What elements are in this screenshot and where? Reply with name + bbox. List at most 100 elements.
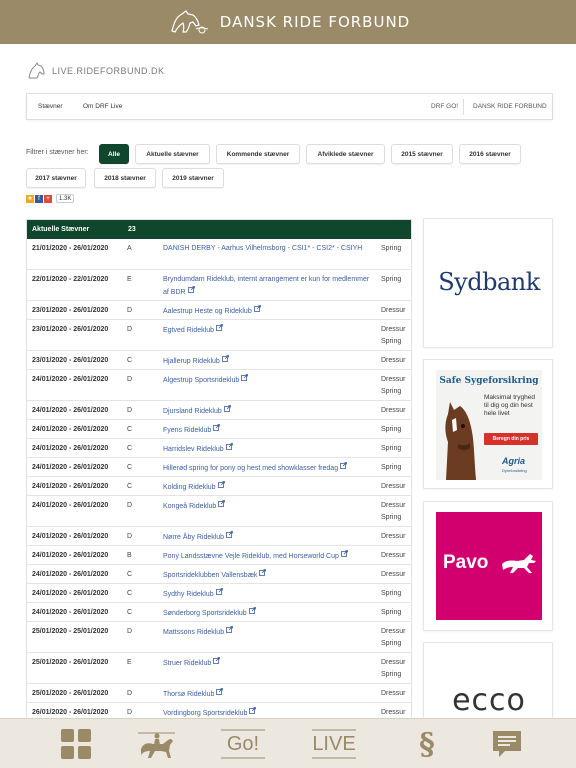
row-event-link[interactable]: Pony Landsstævne Vejle Rideklub, med Hor… — [163, 549, 373, 563]
external-link-icon[interactable] — [225, 442, 233, 450]
favorite-star-icon[interactable]: ★ — [26, 194, 34, 203]
grid-icon — [61, 729, 91, 759]
tab-dressage[interactable] — [132, 727, 182, 761]
external-link-icon[interactable] — [223, 404, 231, 412]
row-event-link[interactable]: Vordingborg Sportsrideklub — [163, 706, 373, 719]
tab-dashboard[interactable] — [51, 727, 101, 761]
external-link-icon[interactable] — [340, 549, 348, 557]
external-link-icon[interactable] — [253, 304, 261, 312]
facebook-icon[interactable]: f — [35, 194, 43, 203]
row-event-name: Sportsrideklubben Vallensbæk — [163, 571, 258, 579]
table-row[interactable]: 24/01/2020 - 26/01/2020 D Djursland Ridekl… — [27, 401, 411, 420]
row-event-link[interactable]: Kongeå Rideklub — [163, 499, 373, 513]
nav-item-dansk-ride-forbund[interactable]: DANSK RIDE FORBUND — [473, 103, 547, 110]
row-event-link[interactable]: Egtved Rideklub — [163, 323, 373, 337]
row-event-link[interactable]: Kolding Rideklub — [163, 480, 373, 494]
row-event-link[interactable]: Nørre Åby Rideklub — [163, 530, 373, 544]
table-row[interactable]: 23/01/2020 - 26/01/2020 C Hjallerup Ridekl… — [27, 351, 411, 370]
table-row[interactable]: 24/01/2020 - 26/01/2020 B Pony Landsstævne… — [27, 546, 411, 565]
row-event-name: Fyens Rideklub — [163, 426, 212, 434]
row-class: D — [127, 533, 133, 540]
filter-2016-button[interactable]: 2016 stævner — [459, 144, 521, 164]
agria-cta-button[interactable]: Beregn din pris — [484, 433, 538, 445]
filter-aktuelle-button[interactable]: Aktuelle stævner — [135, 144, 210, 164]
row-event-link[interactable]: Struer Rideklub — [163, 656, 373, 670]
table-row[interactable]: 24/01/2020 - 26/01/2020 D Nørre Åby Ridekl… — [27, 527, 411, 546]
table-row[interactable]: 25/01/2020 - 26/01/2020 E Struer Rideklub D… — [27, 653, 411, 684]
table-row[interactable]: 24/01/2020 - 26/01/2020 C Sportsrideklubbe… — [27, 565, 411, 584]
row-event-link[interactable]: Harridslev Rideklub — [163, 442, 373, 456]
row-event-link[interactable]: DANISH DERBY - Aarhus Vilhelmsborg - CSI… — [163, 243, 373, 255]
table-row[interactable]: 24/01/2020 - 26/01/2020 D Algestrup Sports… — [27, 370, 411, 401]
external-link-icon[interactable] — [221, 354, 229, 362]
row-class: D — [127, 307, 133, 314]
filter-alle-button[interactable]: Alle — [99, 144, 129, 164]
external-link-icon[interactable] — [226, 625, 233, 633]
tab-go[interactable]: Go! — [218, 727, 268, 761]
external-link-icon[interactable] — [217, 480, 225, 488]
table-row[interactable]: 24/01/2020 - 26/01/2020 C Kolding Rideklub… — [27, 477, 411, 496]
external-link-icon[interactable] — [241, 373, 249, 381]
filter-2018-button[interactable]: 2018 stævner — [94, 168, 156, 188]
row-event-link[interactable]: Hillerød spring for pony og hest med sho… — [163, 461, 373, 475]
table-row[interactable]: 21/01/2020 - 26/01/2020 A DANISH DERBY - A… — [27, 239, 411, 270]
tab-messages[interactable] — [482, 727, 532, 761]
external-link-icon[interactable] — [248, 606, 256, 614]
filter-2019-button[interactable]: 2019 stævner — [162, 168, 224, 188]
external-link-icon[interactable] — [340, 461, 347, 469]
external-link-icon[interactable] — [218, 499, 226, 507]
row-event-link[interactable]: Thorsø Rideklub — [163, 687, 373, 701]
site-logo[interactable]: LIVE.RIDEFORBUND.DK — [26, 62, 165, 80]
sydbank-ad[interactable]: Sydbank — [423, 218, 553, 348]
table-row[interactable]: 22/01/2020 - 22/01/2020 E Bryndumdam Ridek… — [27, 270, 411, 301]
table-row[interactable]: 24/01/2020 - 26/01/2020 C Fyens Rideklub Sp… — [27, 420, 411, 439]
row-event-link[interactable]: Sydthy Rideklub — [163, 587, 373, 601]
row-event-link[interactable]: Sportsrideklubben Vallensbæk — [163, 568, 373, 582]
table-row[interactable]: 24/01/2020 - 26/01/2020 D Kongeå Rideklub D… — [27, 496, 411, 527]
filter-afviklede-button[interactable]: Afviklede stævner — [306, 144, 385, 164]
filter-2017-button[interactable]: 2017 stævner — [26, 168, 86, 188]
row-event-link[interactable]: Fyens Rideklub — [163, 423, 373, 437]
filter-kommende-button[interactable]: Kommende stævner — [216, 144, 300, 164]
nav-item-staevner[interactable]: Stævner — [38, 103, 63, 110]
row-event-link[interactable]: Hjallerup Rideklub — [163, 354, 373, 368]
table-row[interactable]: 24/01/2020 - 26/01/2020 C Sønderborg Sport… — [27, 603, 411, 622]
external-link-icon[interactable] — [213, 656, 221, 664]
row-event-link[interactable]: Bryndumdam Rideklub, internt arrangement… — [163, 274, 373, 299]
external-link-icon[interactable] — [226, 530, 233, 538]
tab-rules[interactable]: § — [402, 727, 452, 762]
row-class: D — [127, 502, 133, 509]
tab-live[interactable]: LIVE — [309, 727, 359, 761]
row-discipline: Spring — [381, 275, 402, 283]
table-row[interactable]: 24/01/2020 - 26/01/2020 C Hillerød spring … — [27, 458, 411, 477]
external-link-icon[interactable] — [215, 587, 223, 595]
external-link-icon[interactable] — [216, 687, 224, 695]
nav-item-drf-go[interactable]: DRF GO! — [431, 103, 458, 110]
table-row[interactable]: 23/01/2020 - 26/01/2020 D Egtved Rideklub D… — [27, 320, 411, 351]
external-link-icon[interactable] — [249, 706, 257, 714]
header-logo[interactable]: DANSK RIDE FORBUND — [166, 9, 410, 35]
table-row[interactable]: 25/01/2020 - 25/01/2020 D Mattssons Ridekl… — [27, 622, 411, 653]
agria-ad[interactable]: Safe Sygeforsikring Maksimal tryghed til… — [423, 359, 553, 489]
row-date: 24/01/2020 - 26/01/2020 — [32, 590, 109, 597]
table-row[interactable]: 24/01/2020 - 26/01/2020 C Sydthy Rideklub S… — [27, 584, 411, 603]
row-event-link[interactable]: Sønderborg Sportsrideklub — [163, 606, 373, 620]
external-link-icon[interactable] — [187, 285, 195, 293]
row-event-link[interactable]: Mattssons Rideklub — [163, 625, 373, 639]
external-link-icon[interactable] — [213, 423, 221, 431]
table-row[interactable]: 23/01/2020 - 26/01/2020 D Aalestrup Heste … — [27, 301, 411, 320]
row-class: C — [127, 426, 133, 433]
pavo-ad[interactable]: Pavo — [423, 501, 553, 631]
table-row[interactable]: 24/01/2020 - 26/01/2020 C Harridslev Ridek… — [27, 439, 411, 458]
external-link-icon[interactable] — [259, 568, 267, 576]
ecco-ad[interactable]: ecco — [423, 642, 553, 718]
google-plus-icon[interactable]: + — [44, 194, 52, 203]
table-row[interactable]: 26/01/2020 - 26/01/2020 D Vordingborg Spor… — [27, 703, 411, 719]
external-link-icon[interactable] — [216, 323, 223, 331]
row-event-link[interactable]: Algestrup Sportsrideklub — [163, 373, 373, 387]
filter-2015-button[interactable]: 2015 stævner — [391, 144, 453, 164]
table-row[interactable]: 25/01/2020 - 26/01/2020 D Thorsø Rideklub D… — [27, 684, 411, 703]
nav-item-om-drf-live[interactable]: Om DRF Live — [83, 103, 122, 110]
row-event-link[interactable]: Aalestrup Heste og Rideklub — [163, 304, 373, 318]
row-event-link[interactable]: Djursland Rideklub — [163, 404, 373, 418]
